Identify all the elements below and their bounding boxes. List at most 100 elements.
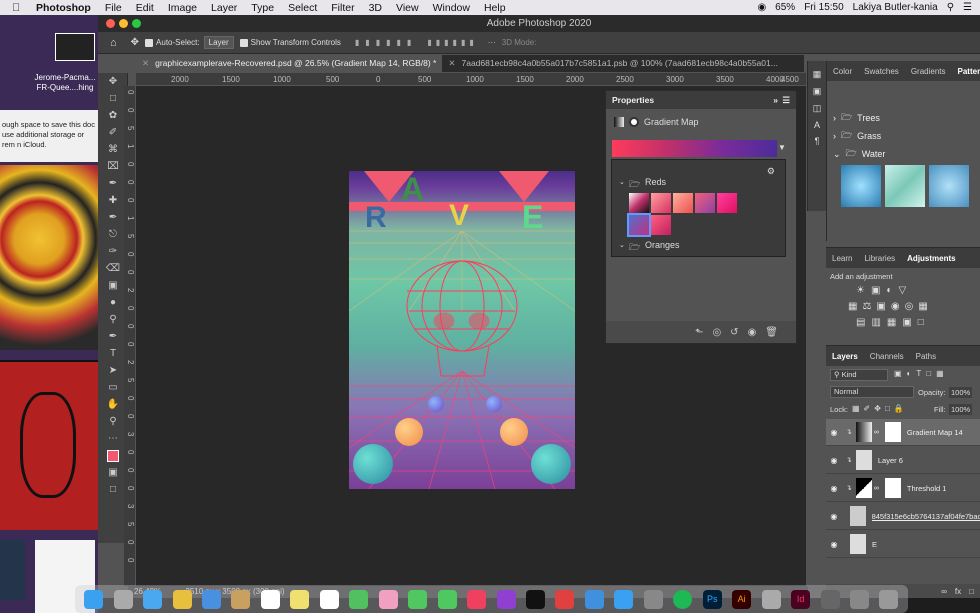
gradient-preset[interactable] — [673, 193, 693, 213]
layer-filter-dropdown[interactable]: ⚲ Kind — [830, 369, 888, 381]
tab-learn[interactable]: Learn — [826, 254, 858, 263]
new-layer-icon[interactable]: □ — [969, 587, 974, 596]
app-store-icon[interactable] — [614, 589, 634, 609]
menu-type[interactable]: Type — [251, 2, 274, 14]
tab-swatches[interactable]: Swatches — [858, 67, 905, 76]
search-icon[interactable]: ⚲ — [947, 2, 954, 13]
menu-file[interactable]: File — [105, 2, 122, 14]
visibility-eye-icon[interactable]: ◉ — [826, 428, 842, 437]
tab-gradients[interactable]: Gradients — [905, 67, 952, 76]
fill-input[interactable]: 100% — [949, 404, 973, 415]
close-tab-icon[interactable]: ✕ — [142, 58, 149, 68]
battery-percent[interactable]: 65% — [775, 2, 795, 13]
gradient-preset[interactable] — [651, 193, 671, 213]
view-previous-icon[interactable]: ◎ — [712, 327, 721, 338]
menu-filter[interactable]: Filter — [331, 2, 354, 14]
trash-icon[interactable] — [879, 589, 899, 609]
auto-select-target-dropdown[interactable]: Layer — [203, 36, 234, 49]
layer-row[interactable]: ◉ ↴ ∞ Threshold 1 — [826, 475, 980, 502]
news-icon[interactable] — [555, 589, 575, 609]
user-name[interactable]: Lakiya Butler-kania — [853, 2, 938, 13]
preset-folder-reds[interactable]: Reds — [645, 177, 666, 187]
maps-icon[interactable] — [349, 589, 369, 609]
tab-adjustments[interactable]: Adjustments — [901, 254, 961, 263]
collapse-panel-icon[interactable]: » — [773, 91, 778, 109]
layer-row[interactable]: ◉ E — [826, 531, 980, 558]
menu-window[interactable]: Window — [433, 2, 470, 14]
history-panel-icon[interactable]: ▦ — [808, 69, 826, 80]
desktop-file-thumbnail[interactable] — [55, 33, 95, 61]
photoshop-icon[interactable]: Ps — [702, 589, 722, 609]
gradient-preview-bar[interactable] — [612, 140, 777, 157]
visibility-eye-icon[interactable]: ◉ — [748, 327, 757, 338]
visibility-eye-icon[interactable]: ◉ — [826, 512, 842, 521]
safari-icon[interactable] — [143, 589, 163, 609]
illustrator-icon[interactable]: Ai — [732, 589, 752, 609]
layer-row[interactable]: ◉ 845f315e6cb5764137af04fe7bac — [826, 503, 980, 530]
reminders-icon[interactable] — [319, 589, 339, 609]
preview-icon[interactable] — [761, 589, 781, 609]
gradient-preset-selected[interactable] — [627, 213, 651, 237]
layer-row[interactable]: ◉ ↴ Layer 6 — [826, 447, 980, 474]
opacity-input[interactable]: 100% — [949, 387, 973, 398]
mask-icon[interactable] — [629, 117, 639, 127]
menu-3d[interactable]: 3D — [369, 2, 382, 14]
control-center-icon[interactable]: ☰ — [963, 2, 972, 13]
tab-paths[interactable]: Paths — [910, 352, 942, 361]
pattern-swatch[interactable] — [929, 165, 969, 207]
tab-libraries[interactable]: Libraries — [858, 254, 901, 263]
app-menu[interactable]: Photoshop — [36, 2, 91, 14]
lock-icons[interactable]: ▦✐✥□🔒 — [852, 404, 908, 413]
preset-folder-oranges[interactable]: Oranges — [645, 240, 680, 250]
mail-icon[interactable] — [202, 589, 222, 609]
delete-icon[interactable]: 🗑 — [765, 327, 778, 338]
messages-icon[interactable] — [408, 589, 428, 609]
calendar-icon[interactable] — [260, 589, 280, 609]
desktop-file-label[interactable]: Jerome-Pacma... FR-Quee....hing — [30, 73, 98, 93]
gradient-preset[interactable] — [651, 215, 671, 235]
auto-select-checkbox[interactable] — [145, 38, 154, 47]
visibility-eye-icon[interactable]: ◉ — [826, 484, 842, 493]
move-tool-icon[interactable]: ✥ — [131, 37, 139, 48]
indesign-icon[interactable]: Id — [791, 589, 811, 609]
menu-help[interactable]: Help — [484, 2, 506, 14]
link-layers-icon[interactable]: ∞ — [941, 587, 947, 596]
align-icons[interactable]: ▮▮▮▮▮▮ — [355, 38, 417, 47]
layer-filter-icons[interactable]: ▣◐T□▦ — [894, 369, 949, 378]
spotify-icon[interactable] — [673, 589, 693, 609]
close-window-button[interactable] — [106, 19, 115, 28]
folder-chevron-icon[interactable]: ⌄ — [619, 178, 625, 186]
tab-document-1[interactable]: ✕ graphicexamplerave-Recovered.psd @ 26.5… — [136, 55, 443, 72]
tv-icon[interactable] — [526, 589, 546, 609]
panel-menu-icon[interactable]: ☰ — [782, 91, 790, 109]
libraries-panel-icon[interactable]: ◫ — [808, 103, 826, 114]
notes-icon[interactable] — [290, 589, 310, 609]
podcasts-icon[interactable] — [496, 589, 516, 609]
gradient-dropdown-icon[interactable]: ▼ — [778, 143, 786, 152]
menu-view[interactable]: View — [396, 2, 419, 14]
paragraph-panel-icon[interactable]: ¶ — [808, 136, 826, 146]
distribute-icons[interactable]: ▮▮▮▮▮▮ — [427, 38, 477, 47]
visibility-eye-icon[interactable]: ◉ — [826, 540, 842, 549]
menu-image[interactable]: Image — [168, 2, 197, 14]
minimize-window-button[interactable] — [119, 19, 128, 28]
tab-layers[interactable]: Layers — [826, 352, 864, 361]
menu-select[interactable]: Select — [288, 2, 317, 14]
more-options-icon[interactable]: ⋯ — [488, 38, 496, 47]
reset-icon[interactable]: ↺ — [730, 327, 738, 338]
poster-artwork[interactable]: R A V E — [349, 171, 575, 489]
gradient-preset[interactable] — [695, 193, 715, 213]
clock[interactable]: Fri 15:50 — [804, 2, 843, 13]
wifi-icon[interactable]: ◉ — [757, 2, 766, 13]
apple-icon[interactable]:  — [12, 2, 26, 14]
properties-panel-icon[interactable]: ▣ — [808, 86, 826, 97]
downloads-stack-icon[interactable] — [850, 589, 869, 609]
photos-icon[interactable] — [378, 589, 398, 609]
gradient-preset[interactable] — [717, 193, 737, 213]
pattern-folder-trees[interactable]: › 🗁 Trees — [827, 109, 980, 127]
tab-color[interactable]: Color — [827, 67, 858, 76]
zoom-window-button[interactable] — [132, 19, 141, 28]
system-preferences-icon[interactable] — [643, 589, 663, 609]
character-panel-icon[interactable]: A — [808, 120, 826, 130]
home-icon[interactable]: ⌂ — [110, 37, 117, 49]
